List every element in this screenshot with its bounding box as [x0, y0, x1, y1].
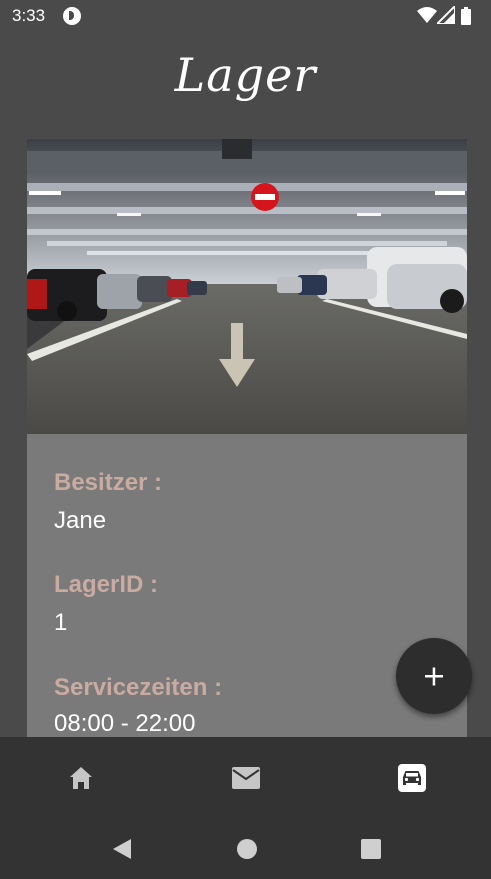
add-button[interactable]: [396, 638, 472, 714]
nav-home[interactable]: [61, 761, 101, 795]
page-title: Lager: [174, 48, 317, 102]
storage-id-label: LagerID :: [54, 571, 159, 598]
plus-icon: [425, 667, 443, 686]
app-notification-icon: [63, 7, 81, 25]
home-icon: [70, 767, 92, 789]
back-icon[interactable]: [110, 837, 134, 861]
status-icons: [417, 6, 479, 26]
service-hours-label: Servicezeiten :: [54, 674, 223, 701]
car-icon: [398, 764, 426, 792]
signal-icon: [437, 6, 455, 24]
owner-value: Jane: [54, 507, 107, 534]
mail-icon: [232, 767, 260, 789]
wifi-icon: [417, 7, 437, 23]
battery-icon: [461, 7, 471, 25]
system-navigation-bar: [0, 817, 491, 879]
owner-label: Besitzer :: [54, 469, 163, 496]
nav-storage[interactable]: [392, 761, 432, 795]
parking-garage-image: [27, 139, 467, 434]
storage-id-value: 1: [54, 609, 68, 636]
bottom-navigation: [0, 737, 491, 817]
recents-icon[interactable]: [359, 837, 383, 861]
nav-messages[interactable]: [226, 761, 266, 795]
status-time: 3:33: [12, 6, 46, 25]
service-hours-value: 08:00 - 22:00: [54, 710, 196, 737]
status-bar: 3:33: [0, 0, 491, 32]
home-circle-icon[interactable]: [235, 837, 259, 861]
